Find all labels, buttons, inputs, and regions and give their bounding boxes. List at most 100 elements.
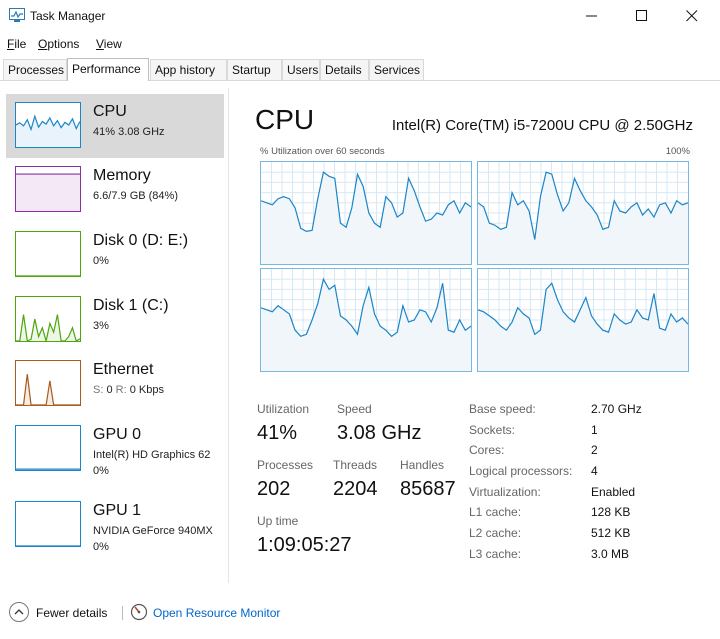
menu-file-rest: ile xyxy=(14,37,27,51)
sidebar-item-detail: NVIDIA GeForce 940MX xyxy=(93,525,213,537)
maximize-button[interactable] xyxy=(618,0,666,32)
fewer-details-button[interactable] xyxy=(9,602,29,622)
speed-value: 3.08 GHz xyxy=(337,422,422,444)
graph-caption: % Utilization over 60 seconds xyxy=(260,146,385,157)
tab-details[interactable]: Details xyxy=(320,59,369,80)
sidebar-item-detail: S: 0 R: 0 Kbps xyxy=(93,384,164,396)
sidebar-item-disk-1[interactable]: Disk 1 (C:) 3% xyxy=(6,288,224,352)
gpu-1-thumbnail-graph xyxy=(15,501,81,547)
fewer-details-link[interactable]: Fewer details xyxy=(36,606,107,620)
sidebar-item-gpu-1[interactable]: GPU 1 NVIDIA GeForce 940MX 0% xyxy=(6,493,224,557)
window-title: Task Manager xyxy=(30,9,106,23)
core-3-graph xyxy=(477,268,689,372)
cpu-model-name: Intel(R) Core(TM) i5-7200U CPU @ 2.50GHz xyxy=(391,117,693,134)
tab-performance[interactable]: Performance xyxy=(67,58,149,81)
thumb-ethernet-svg xyxy=(16,374,80,405)
processes-label: Processes xyxy=(257,458,314,472)
sidebar-item-name: Memory xyxy=(93,167,151,184)
uptime-label: Up time xyxy=(257,514,299,528)
core-0-graph xyxy=(260,161,472,265)
sidebar-item-memory[interactable]: Memory 6.6/7.9 GB (84%) xyxy=(6,158,224,222)
footer-separator xyxy=(122,606,123,620)
send-label: S: xyxy=(93,384,104,396)
title-bar[interactable]: Task Manager xyxy=(0,0,720,32)
sidebar-item-name: Disk 1 (C:) xyxy=(93,297,169,314)
minimize-button[interactable] xyxy=(568,0,616,32)
sidebar-item-detail: 41% 3.08 GHz xyxy=(93,126,165,138)
speed-label: Speed xyxy=(337,402,372,416)
logical-processors-label: Logical processors: xyxy=(469,464,573,478)
sidebar-item-detail: 6.6/7.9 GB (84%) xyxy=(93,190,178,202)
cores-value: 2 xyxy=(591,443,598,457)
core-2-graph-svg xyxy=(261,269,471,371)
minimize-icon xyxy=(586,15,597,17)
sidebar-item-name: Disk 0 (D: E:) xyxy=(93,232,189,249)
menu-view-key: V xyxy=(96,37,104,51)
thumb-disk0-svg xyxy=(16,275,80,276)
uptime-value: 1:09:05:27 xyxy=(257,534,352,556)
tab-startup[interactable]: Startup xyxy=(227,59,282,80)
close-icon xyxy=(686,10,698,22)
sidebar-item-gpu-0[interactable]: GPU 0 Intel(R) HD Graphics 62 0% xyxy=(6,417,224,481)
sidebar-item-ethernet[interactable]: Ethernet S: 0 R: 0 Kbps xyxy=(6,352,224,416)
thumb-memory-area xyxy=(16,174,80,211)
sidebar-item-detail: Intel(R) HD Graphics 62 xyxy=(93,449,211,461)
graph-max-label: 100% xyxy=(665,146,690,157)
utilization-value: 41% xyxy=(257,422,298,444)
resource-sidebar: CPU 41% 3.08 GHz Memory 6.6/7.9 GB (84%)… xyxy=(0,88,229,583)
menu-options-key: O xyxy=(38,37,48,51)
tab-processes[interactable]: Processes xyxy=(3,59,67,80)
logical-processors-value: 4 xyxy=(591,464,598,478)
core-2-graph xyxy=(260,268,472,372)
menu-view[interactable]: View xyxy=(96,37,122,51)
processes-value: 202 xyxy=(257,478,291,500)
gpu-0-thumbnail-graph xyxy=(15,425,81,471)
base-speed-value: 2.70 GHz xyxy=(591,402,642,416)
tab-strip: Processes Performance App history Startu… xyxy=(3,58,717,81)
sidebar-item-cpu[interactable]: CPU 41% 3.08 GHz xyxy=(6,94,224,158)
thumb-gpu0-svg xyxy=(16,468,80,470)
sidebar-item-name: GPU 0 xyxy=(93,426,142,443)
thumb-cpu-svg xyxy=(16,114,80,147)
tab-app-history[interactable]: App history xyxy=(150,59,227,80)
menu-options[interactable]: Options xyxy=(38,37,79,51)
task-manager-icon xyxy=(9,8,25,22)
l2-cache-label: L2 cache: xyxy=(469,526,522,540)
disk-1-thumbnail-graph xyxy=(15,296,81,342)
core-3-graph-svg xyxy=(478,269,688,371)
close-button[interactable] xyxy=(668,0,716,32)
sidebar-item-usage: 0% xyxy=(93,541,109,553)
core-0-graph-svg xyxy=(261,162,471,264)
sidebar-item-name: GPU 1 xyxy=(93,502,142,519)
sockets-value: 1 xyxy=(591,423,598,437)
sidebar-item-detail: 3% xyxy=(93,320,109,332)
l1-cache-label: L1 cache: xyxy=(469,505,522,519)
sidebar-item-disk-0[interactable]: Disk 0 (D: E:) 0% xyxy=(6,223,224,287)
page-title: CPU xyxy=(255,104,315,135)
open-resource-monitor-link[interactable]: Open Resource Monitor xyxy=(153,606,280,620)
receive-label: R: xyxy=(115,384,127,396)
resource-monitor-icon[interactable] xyxy=(130,603,148,621)
l1-cache-value: 128 KB xyxy=(591,505,631,519)
handles-value: 85687 xyxy=(400,478,456,500)
maximize-icon xyxy=(636,10,647,21)
sidebar-item-detail: 0% xyxy=(93,255,109,267)
thumb-memory-svg xyxy=(16,173,80,211)
menu-view-rest: iew xyxy=(103,37,122,51)
sockets-label: Sockets: xyxy=(469,423,516,437)
chevron-up-icon xyxy=(14,609,24,615)
menu-bar: File Options View xyxy=(0,34,720,54)
tab-users[interactable]: Users xyxy=(282,59,320,80)
memory-thumbnail-graph xyxy=(15,166,81,212)
virtualization-value: Enabled xyxy=(591,485,636,499)
cores-label: Cores: xyxy=(469,443,505,457)
sidebar-item-usage: 0% xyxy=(93,465,109,477)
cpu-detail-panel: CPU Intel(R) Core(TM) i5-7200U CPU @ 2.5… xyxy=(230,88,720,583)
l3-cache-value: 3.0 MB xyxy=(591,547,630,561)
threads-value: 2204 xyxy=(333,478,378,500)
menu-options-rest: ptions xyxy=(47,37,80,51)
tab-services[interactable]: Services xyxy=(369,59,424,80)
send-value: 0 xyxy=(106,384,113,396)
menu-file[interactable]: File xyxy=(7,37,26,51)
core-1-graph-svg xyxy=(478,162,688,264)
